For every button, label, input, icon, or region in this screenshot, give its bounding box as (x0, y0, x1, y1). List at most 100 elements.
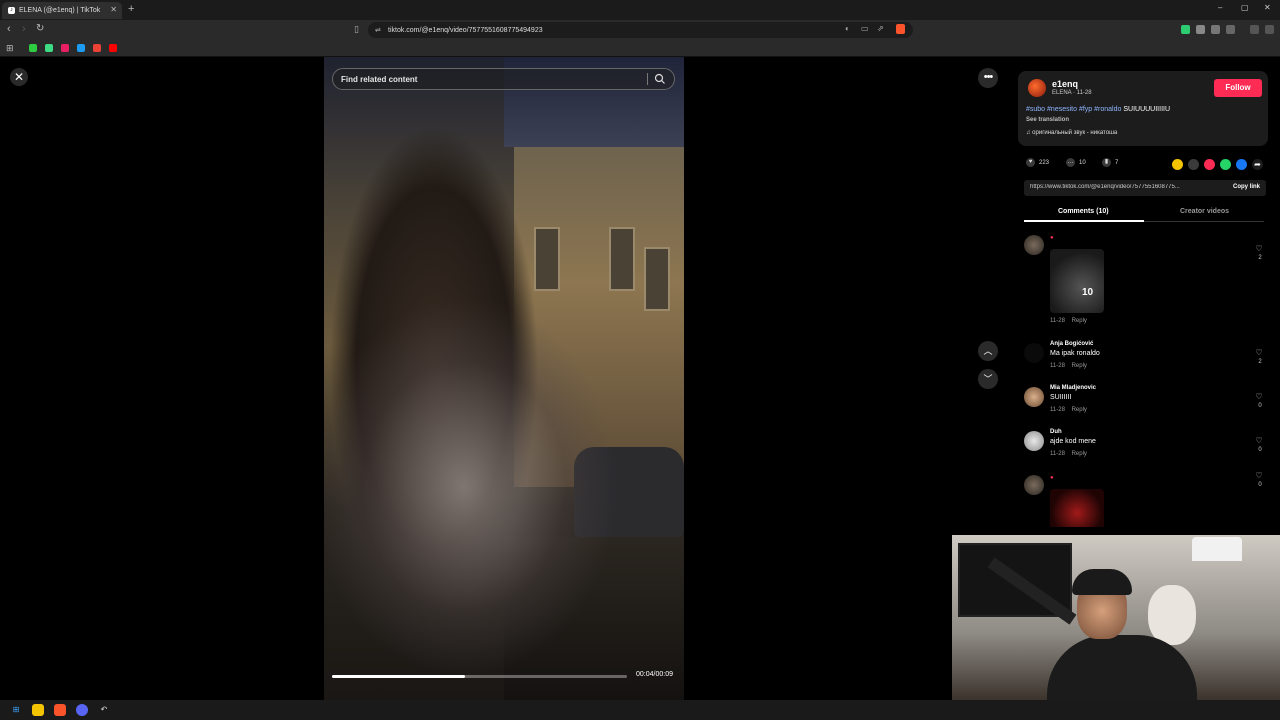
tab-creator-videos[interactable]: Creator videos (1180, 208, 1229, 215)
comment-count: 10 (1079, 159, 1086, 166)
bookmark-pink-icon[interactable] (61, 44, 69, 52)
comment-sticker-image[interactable]: 10 (1050, 249, 1104, 313)
commenter-avatar[interactable] (1024, 431, 1044, 451)
reply-button[interactable]: Reply (1072, 363, 1087, 369)
cast-icon[interactable]: ▭ (861, 24, 869, 33)
address-bar-url: tiktok.com/@e1enq/video/7577551608775494… (388, 26, 543, 34)
commenter-name[interactable]: Anja Bogićović (1050, 341, 1093, 347)
hashtag-link[interactable]: #ronaldo (1094, 106, 1121, 113)
comment-text: SUIIIIII (1050, 394, 1072, 401)
commenter-name[interactable]: Duh (1050, 429, 1062, 435)
comment-like-icon[interactable]: ♡ (1254, 348, 1264, 357)
forward-arrow-icon[interactable]: › (22, 23, 26, 35)
media-icon[interactable] (1250, 25, 1259, 34)
comment-item: Mia Mladjenovic SUIIIIII 11-28 Reply ♡ 0 (1016, 379, 1272, 423)
see-translation-link[interactable]: See translation (1026, 117, 1069, 123)
new-tab-button[interactable]: + (128, 3, 134, 15)
save-stat[interactable]: ▮ 7 (1102, 158, 1118, 167)
brave-taskbar-icon[interactable] (54, 704, 66, 716)
share-arrow-icon[interactable]: ➦ (1252, 159, 1263, 170)
share-whatsapp-icon[interactable] (1220, 159, 1231, 170)
copy-link-button[interactable]: Copy link (1233, 184, 1260, 190)
close-window-button[interactable]: ✕ (1264, 3, 1271, 12)
share-page-icon[interactable]: ⇗ (877, 24, 884, 33)
maximize-button[interactable]: ▢ (1241, 3, 1249, 12)
hashtag-link[interactable]: #fyp (1079, 106, 1092, 113)
browser-toolbar: ‹ › ↻ ▯ ⇌ tiktok.com/@e1enq/video/757755… (0, 20, 1280, 40)
reply-button[interactable]: Reply (1072, 407, 1087, 413)
bookmark-green-icon[interactable] (29, 44, 37, 52)
follow-button[interactable]: Follow (1214, 79, 1262, 97)
like-count: 223 (1039, 159, 1050, 166)
tab-comments[interactable]: Comments (10) (1058, 208, 1109, 215)
comment-like-icon[interactable]: ♡ (1254, 471, 1264, 480)
hashtag-link[interactable]: #subo (1026, 106, 1045, 113)
reader-icon[interactable]: ◐ (845, 24, 850, 33)
comment-like-icon[interactable]: ♡ (1254, 244, 1264, 253)
commenter-avatar[interactable] (1024, 235, 1044, 255)
reply-button[interactable]: Reply (1072, 318, 1087, 324)
extension-shield-icon[interactable] (1196, 25, 1205, 34)
comment-like-count: 2 (1258, 359, 1262, 365)
bookmark-gmail-icon[interactable] (93, 44, 101, 52)
search-icon[interactable] (654, 73, 666, 85)
commenter-avatar[interactable] (1024, 387, 1044, 407)
commenter-name[interactable]: Mia Mladjenovic (1050, 385, 1096, 391)
close-video-button[interactable]: ✕ (10, 68, 28, 86)
video-progress-bar[interactable] (332, 675, 627, 678)
share-friends-icon[interactable] (1204, 159, 1215, 170)
hashtag-link[interactable]: #nesesito (1047, 106, 1077, 113)
sound-link[interactable]: ♫ оригинальный звук - никатоша (1026, 130, 1117, 136)
video-player[interactable] (324, 57, 684, 700)
browser-tab-tiktok[interactable]: ♪ ELENA (@e1enq) | TikTok ✕ (2, 2, 122, 19)
comment-text: ajde kod mene (1050, 438, 1096, 445)
bookmark-icon[interactable]: ▯ (354, 24, 359, 35)
reply-button[interactable]: Reply (1072, 451, 1087, 457)
discord-icon[interactable] (76, 704, 88, 716)
site-info-icon[interactable]: ⇌ (375, 26, 381, 34)
file-explorer-icon[interactable] (32, 704, 44, 716)
sticker-number: 10 (1082, 287, 1094, 298)
windows-start-icon[interactable]: ⊞ (10, 704, 22, 716)
caption-text: SUIUUUUIIIIIU (1123, 106, 1171, 113)
extension-icon[interactable] (1181, 25, 1190, 34)
share-link-box: https://www.tiktok.com/@e1enq/video/7577… (1024, 180, 1266, 196)
bookmark-green2-icon[interactable] (45, 44, 53, 52)
comment-stat[interactable]: … 10 (1066, 158, 1086, 167)
previous-video-button[interactable]: ︿ (978, 341, 998, 361)
share-link-url[interactable]: https://www.tiktok.com/@e1enq/video/7577… (1030, 184, 1212, 190)
sidebar-icon[interactable] (1226, 25, 1235, 34)
author-avatar[interactable] (1028, 79, 1046, 97)
comment-sticker-image[interactable] (1050, 489, 1104, 527)
back-arrow-icon[interactable]: ‹ (7, 23, 11, 35)
extensions-puzzle-icon[interactable] (1211, 25, 1220, 34)
minimize-button[interactable]: – (1218, 3, 1222, 12)
app-icon[interactable]: ↶ (98, 704, 110, 716)
menu-icon[interactable] (1265, 25, 1274, 34)
bookmark-youtube-icon[interactable] (109, 44, 117, 52)
commenter-avatar[interactable] (1024, 343, 1044, 363)
comment-like-count: 0 (1258, 482, 1262, 488)
author-subline: ELENA · 11-28 (1052, 90, 1092, 96)
share-facebook-icon[interactable] (1236, 159, 1247, 170)
comment-item: Anja Bogićović Ma ipak ronaldo 11-28 Rep… (1016, 335, 1272, 379)
comment-meta: 11-28 Reply (1050, 363, 1087, 369)
find-related-search[interactable]: Find related content (332, 68, 675, 90)
reload-icon[interactable]: ↻ (36, 23, 44, 34)
next-video-button[interactable]: ﹀ (978, 369, 998, 389)
more-options-button[interactable]: ••• (978, 68, 998, 88)
comment-like-icon[interactable]: ♡ (1254, 392, 1264, 401)
comment-like-icon[interactable]: ♡ (1254, 436, 1264, 445)
share-embed-icon[interactable] (1188, 159, 1199, 170)
panel-tabs: Comments (10) Creator videos (1024, 205, 1264, 222)
brave-shields-icon[interactable] (896, 24, 905, 34)
like-stat[interactable]: ♥ 223 (1026, 158, 1049, 167)
author-username[interactable]: e1enq (1052, 79, 1078, 89)
tab-close-icon[interactable]: ✕ (110, 5, 117, 14)
bookmark-check-icon[interactable] (77, 44, 85, 52)
address-bar[interactable]: ⇌ tiktok.com/@e1enq/video/75775516087754… (368, 22, 913, 38)
apps-grid-icon[interactable]: ⊞ (6, 43, 14, 54)
browser-tab-bar: ♪ ELENA (@e1enq) | TikTok ✕ + – ▢ ✕ (0, 0, 1280, 20)
commenter-avatar[interactable] (1024, 475, 1044, 495)
share-share-icon[interactable] (1172, 159, 1183, 170)
